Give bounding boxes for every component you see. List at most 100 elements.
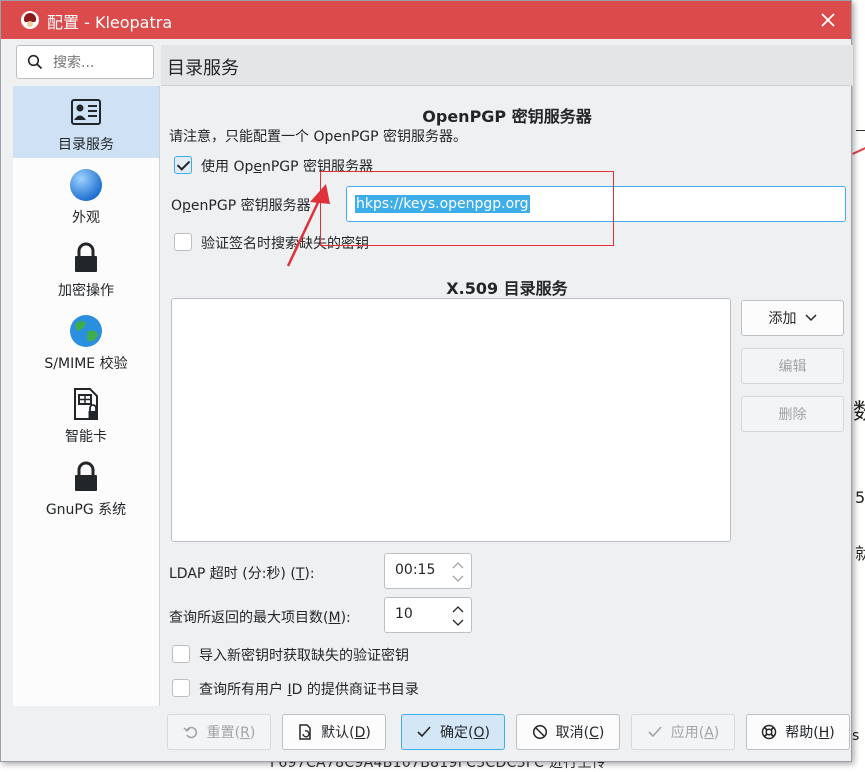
fetch-missing-keys-label[interactable]: 导入新密钥时获取缺失的验证密钥 <box>199 645 409 665</box>
delete-button[interactable]: 删除 <box>741 396 844 432</box>
ok-button[interactable]: 确定(O) <box>401 714 505 750</box>
openpgp-heading: OpenPGP 密钥服务器 <box>422 107 592 126</box>
help-button[interactable]: 帮助(H) <box>746 714 850 750</box>
close-icon <box>821 13 835 27</box>
background-red-mark <box>852 147 865 155</box>
cancel-button[interactable]: 取消(C) <box>516 714 620 750</box>
spin-arrows-icon[interactable] <box>451 602 465 630</box>
ldap-timeout-spinbox[interactable]: 00:15 <box>384 553 472 589</box>
label-mnemonic: M <box>328 610 341 626</box>
background-text: 数 <box>853 400 865 425</box>
page-title: 目录服务 <box>167 58 239 79</box>
background-rule <box>856 130 865 131</box>
undo-icon <box>183 726 197 739</box>
sidebar-item-label: S/MIME 校验 <box>44 356 128 372</box>
edit-button[interactable]: 编辑 <box>741 348 844 384</box>
search-input[interactable] <box>51 52 151 74</box>
defaults-button-label: 默认(D) <box>321 722 371 742</box>
smartcard-icon <box>74 388 98 420</box>
checkmark-icon <box>417 726 431 738</box>
dialog-button-bar: 重置(R) 默认(D) 确定(O) 取消(C) 应用(A) 帮助(H) <box>161 709 853 759</box>
sidebar-item-label: GnuPG 系统 <box>45 502 127 518</box>
cancel-button-label: 取消(C) <box>556 722 605 742</box>
lock-icon <box>75 242 97 272</box>
label-part: 应用( <box>670 725 705 741</box>
label-part: 默认( <box>321 725 355 741</box>
sidebar-item-smartcard[interactable]: 智能卡 <box>13 378 159 450</box>
document-restore-icon <box>299 724 311 740</box>
reset-button-label: 重置(R) <box>207 722 256 742</box>
annotation-highlight-box <box>320 171 614 246</box>
label-part: O <box>171 198 183 214</box>
query-issuers-checkbox[interactable] <box>172 679 190 697</box>
checkmark-icon <box>648 726 662 738</box>
search-field[interactable] <box>16 45 154 79</box>
use-openpgp-server-checkbox[interactable] <box>174 156 192 174</box>
lifebuoy-help-icon <box>762 724 777 740</box>
label-part: ): <box>340 610 351 626</box>
max-items-spinbox[interactable]: 10 <box>384 597 472 633</box>
label-mnemonic: p <box>182 198 191 214</box>
label-mnemonic: O <box>473 725 485 741</box>
background-text: 就 <box>855 544 865 563</box>
label-mnemonic: R <box>240 725 250 741</box>
cancel-icon <box>532 724 547 740</box>
reset-button[interactable]: 重置(R) <box>167 714 271 750</box>
window-title: 配置 - Kleopatra <box>47 13 173 32</box>
label-part: 重置( <box>206 725 241 741</box>
apply-button-label: 应用(A) <box>671 722 720 742</box>
page-header: 目录服务 <box>161 45 853 86</box>
background-text: 5 <box>855 488 865 507</box>
lock-icon <box>75 461 97 491</box>
x509-server-list[interactable] <box>171 298 731 542</box>
close-button[interactable] <box>813 5 843 35</box>
add-button[interactable]: 添加 <box>741 300 844 336</box>
label-part: ) <box>598 725 605 741</box>
ldap-timeout-label: LDAP 超时 (分:秒) (T): <box>169 563 315 583</box>
earth-globe-icon <box>70 315 102 347</box>
sidebar-item-label: 加密操作 <box>58 283 114 299</box>
label-mnemonic: H <box>818 725 830 741</box>
sidebar: 目录服务 外观 加密操作 S/MIME 校验 智能卡 GnuPG 系统 <box>13 86 160 706</box>
directory-services-icon <box>71 99 101 125</box>
verify-signatures-checkbox[interactable] <box>174 233 192 251</box>
fetch-missing-keys-checkbox[interactable] <box>172 645 190 663</box>
help-button-label: 帮助(H) <box>785 722 834 742</box>
search-icon <box>27 54 43 70</box>
annotation-arrow-icon <box>286 184 330 267</box>
label-mnemonic: D <box>354 725 366 741</box>
spin-arrows-icon[interactable] <box>451 558 465 586</box>
delete-button-label: 删除 <box>778 407 807 423</box>
sidebar-item-crypto-operations[interactable]: 加密操作 <box>13 232 159 304</box>
label-part: 帮助( <box>785 725 819 741</box>
title-bar[interactable]: 配置 - Kleopatra <box>1 1 851 39</box>
background-text: s <box>852 728 860 744</box>
edit-button-label: 编辑 <box>778 359 807 375</box>
label-part: ) <box>829 725 835 741</box>
appearance-globe-icon <box>70 169 102 201</box>
max-items-label: 查询所返回的最大项目数(M): <box>169 607 351 627</box>
defaults-button[interactable]: 默认(D) <box>282 714 386 750</box>
sidebar-item-label: 目录服务 <box>58 137 114 153</box>
sidebar-item-smime-validation[interactable]: S/MIME 校验 <box>13 305 159 377</box>
label-mnemonic: e <box>253 159 262 175</box>
openpgp-note: 请注意，只能配置一个 OpenPGP 密钥服务器。 <box>169 129 468 145</box>
label-part: 查询所有用户 <box>199 682 288 698</box>
x509-heading: X.509 目录服务 <box>446 279 568 298</box>
sidebar-item-directory-services[interactable]: 目录服务 <box>13 86 159 158</box>
apply-button[interactable]: 应用(A) <box>631 714 735 750</box>
query-issuers-label[interactable]: 查询所有用户 ID 的提供商证书目录 <box>199 679 419 699</box>
label-part: ) <box>365 725 371 741</box>
sidebar-item-gnupg-system[interactable]: GnuPG 系统 <box>13 451 159 523</box>
ok-button-label: 确定(O) <box>440 722 490 742</box>
label-part: 确定( <box>440 725 474 741</box>
label-part: 查询所返回的最大项目数( <box>169 610 329 626</box>
config-dialog: 配置 - Kleopatra 目录服务 <box>0 0 853 762</box>
label-part: 使用 Op <box>201 159 254 175</box>
sidebar-item-label: 智能卡 <box>65 429 107 445</box>
label-part: LDAP 超时 (分:秒) ( <box>169 566 296 582</box>
add-button-label: 添加 <box>768 311 797 327</box>
sidebar-item-appearance[interactable]: 外观 <box>13 159 159 231</box>
kleopatra-app-icon <box>21 11 39 29</box>
max-items-value: 10 <box>395 606 413 622</box>
